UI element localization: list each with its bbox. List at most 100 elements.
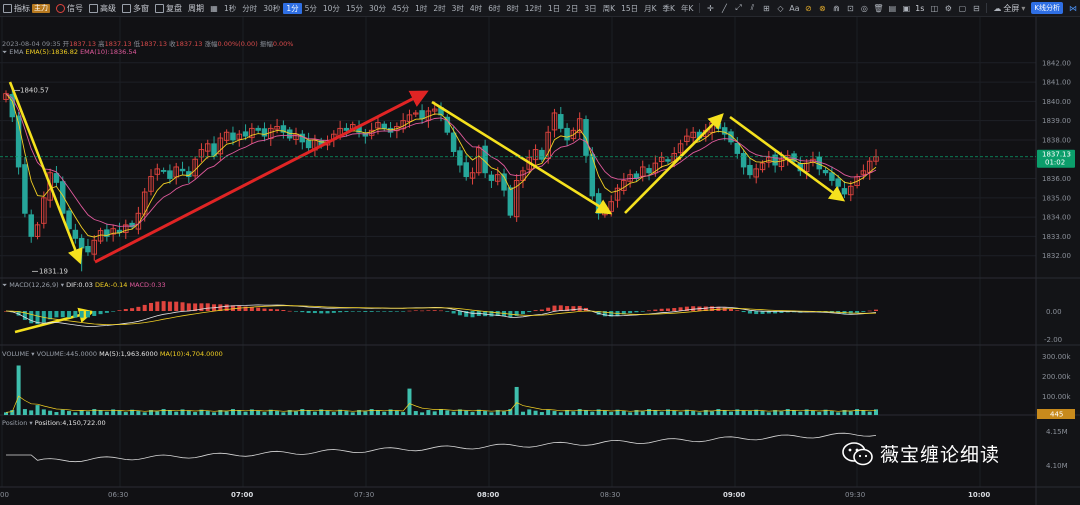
time-tick: 09:00 — [723, 491, 745, 499]
volume-bar — [117, 410, 122, 415]
macd-histogram-bar — [281, 309, 286, 311]
volume-tick: 200.00k — [1042, 373, 1071, 381]
plot-background — [0, 17, 1036, 487]
macd-name[interactable]: MACD(12,26,9) — [9, 281, 58, 289]
candle-body — [305, 139, 312, 149]
candle-body — [539, 149, 545, 160]
candle-body — [841, 188, 848, 195]
volume-bar — [401, 412, 406, 415]
macd-chevron-down-icon[interactable]: ▾ — [61, 281, 64, 289]
volume-bar — [136, 411, 141, 415]
volume-bar — [16, 365, 21, 415]
macd-histogram-bar — [546, 307, 551, 311]
volume-bar — [867, 411, 872, 415]
macd-histogram-bar — [29, 311, 34, 324]
volume-bar — [104, 411, 109, 415]
macd-histogram-bar — [331, 311, 336, 313]
macd-histogram-bar — [640, 311, 645, 312]
candle-body — [740, 153, 747, 168]
volume-bar — [426, 410, 431, 415]
macd-histogram-bar — [439, 310, 443, 312]
volume-chevron-down-icon[interactable]: ▾ — [31, 350, 34, 358]
volume-bar — [621, 411, 626, 415]
volume-bar — [836, 412, 841, 415]
volume-bar — [647, 409, 652, 415]
macd-histogram-bar — [432, 310, 437, 311]
ema-legend: ⏷ EMA EMA(5):1836.82 EMA(10):1836.54 — [2, 48, 137, 57]
macd-histogram-bar — [470, 311, 475, 318]
candle-body — [85, 245, 91, 253]
macd-histogram-bar — [85, 311, 90, 318]
macd-histogram-bar — [130, 308, 135, 311]
macd-settings-icon[interactable]: ⏷ — [2, 281, 7, 289]
volume-bar — [394, 410, 399, 415]
volume-ma10: MA(10):4,704.0000 — [159, 350, 223, 358]
candle-body — [822, 169, 829, 174]
macd-histogram-bar — [136, 306, 141, 311]
ema-settings-icon[interactable]: ⏷ — [2, 48, 7, 56]
macd-histogram-bar — [634, 311, 639, 313]
volume-bar — [35, 405, 40, 415]
macd-histogram-bar — [344, 311, 349, 312]
time-tick: 07:00 — [231, 491, 253, 499]
macd-histogram-bar — [300, 311, 305, 313]
ema5-value: EMA(5):1836.82 — [25, 48, 78, 56]
macd-histogram-bar — [180, 302, 185, 311]
macd-histogram-bar — [294, 311, 298, 312]
amplitude-value: 0.00% — [272, 40, 294, 48]
macd-histogram-bar — [256, 307, 261, 311]
price-tick: 1842.00 — [1042, 59, 1071, 67]
volume-bar — [350, 412, 355, 415]
candle-body — [419, 110, 425, 120]
volume-bar — [584, 410, 588, 415]
volume-bar — [294, 411, 298, 415]
watermark-text: 薇宝缠论细读 — [880, 444, 1001, 466]
macd-histogram-bar — [117, 310, 122, 311]
macd-histogram-bar — [357, 311, 362, 312]
volume-bar — [640, 411, 645, 415]
volume-bar — [344, 411, 349, 415]
macd-histogram-bar — [54, 311, 59, 318]
volume-bar — [798, 411, 803, 415]
macd-histogram-bar — [205, 303, 210, 311]
candle-body — [457, 150, 463, 166]
volume-bar — [73, 412, 78, 415]
candle-body — [829, 172, 835, 181]
volume-name[interactable]: VOLUME — [2, 350, 29, 358]
volume-bar — [502, 411, 507, 415]
volume-bar — [716, 409, 721, 415]
volume-bar — [861, 410, 866, 415]
volume-bar — [571, 411, 576, 415]
candle-body — [381, 123, 388, 129]
price-tick: 1841.00 — [1042, 79, 1071, 87]
candle-body — [53, 173, 60, 183]
volume-bar — [325, 410, 330, 415]
volume-bar — [741, 410, 746, 415]
amplitude-label: 振幅 — [259, 40, 273, 48]
volume-tick: 300.00k — [1042, 353, 1071, 361]
volume-bar — [848, 411, 853, 415]
volume-bar — [67, 411, 72, 415]
position-chevron-down-icon[interactable]: ▾ — [29, 419, 32, 427]
candle-body — [734, 142, 741, 154]
candle-body — [564, 127, 570, 141]
volume-bar — [186, 410, 191, 415]
chart-canvas[interactable]: 1840.57 1831.19 1842.00 1841.00 1840.00 1839… — [0, 0, 1080, 505]
macd-histogram-bar — [729, 308, 733, 311]
ema-name[interactable]: EMA — [9, 48, 23, 56]
volume-bar — [123, 412, 128, 415]
candle-body — [255, 127, 261, 131]
position-name[interactable]: Position — [2, 419, 27, 427]
macd-histogram-bar — [874, 309, 878, 311]
volume-bar — [710, 411, 715, 415]
macd-histogram-bar — [79, 311, 84, 318]
volume-bar — [483, 411, 488, 415]
volume-bar — [653, 410, 658, 415]
macd-histogram-bar — [375, 311, 380, 312]
volume-bar — [628, 412, 633, 415]
volume-bar — [552, 411, 557, 415]
macd-histogram-bar — [647, 310, 652, 312]
macd-histogram-bar — [401, 311, 406, 312]
position-tick: 4.10M — [1046, 462, 1068, 470]
candle-body — [261, 128, 268, 137]
